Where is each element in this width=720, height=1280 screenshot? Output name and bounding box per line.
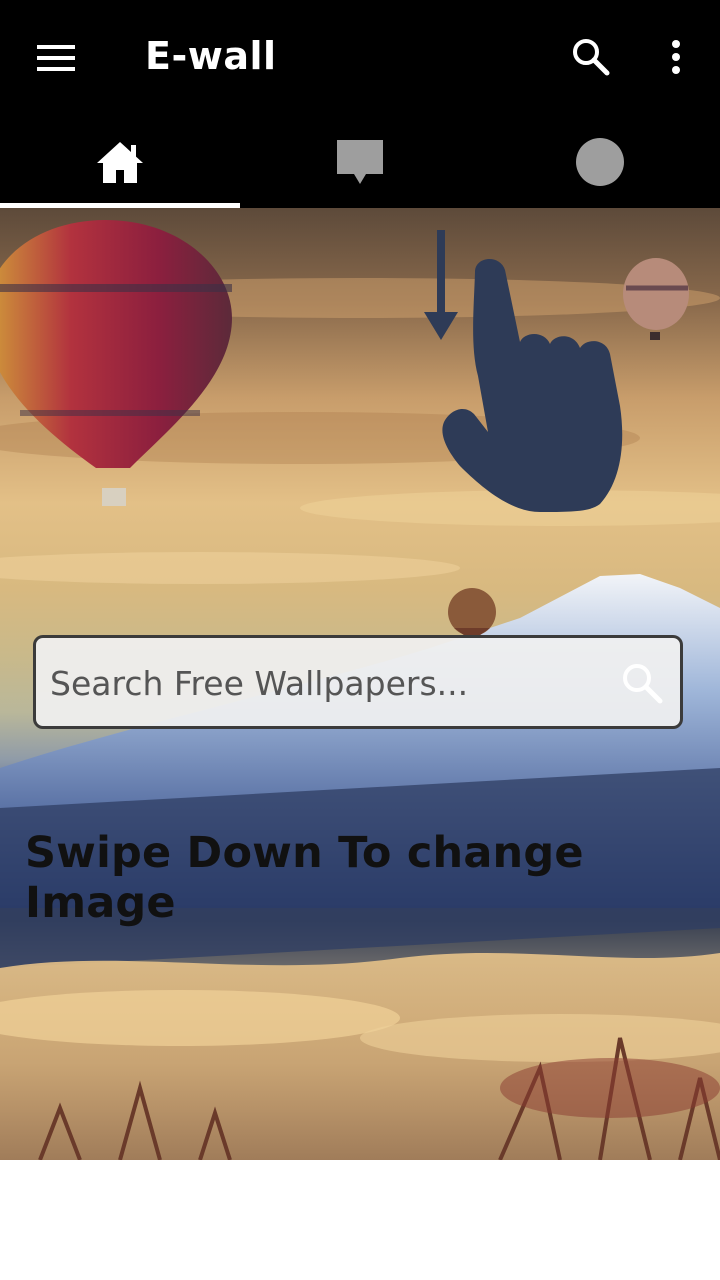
menu-button[interactable] [26,30,86,86]
search-placeholder: Search Free Wallpapers... [50,664,469,703]
wallpaper-search-input[interactable]: Search Free Wallpapers... [33,635,683,729]
chat-bubble-icon [337,139,383,184]
swipe-down-hand-icon [424,230,623,512]
app-title: E-wall [145,34,277,78]
tab-home[interactable] [0,115,240,208]
more-options-button[interactable] [650,28,702,86]
app-bar: E-wall [0,0,720,115]
circle-icon [576,137,624,186]
toolbar-search-button[interactable] [560,28,622,86]
tab-messages[interactable] [240,115,480,208]
search-icon [573,39,610,76]
home-icon [97,141,143,183]
tab-bar [0,115,720,208]
search-icon[interactable] [620,661,664,705]
wallpaper-background[interactable]: Search Free Wallpapers... Swipe Down To … [0,208,720,1160]
hamburger-menu-icon [37,45,75,71]
swipe-hint-text: Swipe Down To change Image [25,828,584,928]
more-vertical-icon [672,40,680,74]
tab-profile[interactable] [480,115,720,208]
